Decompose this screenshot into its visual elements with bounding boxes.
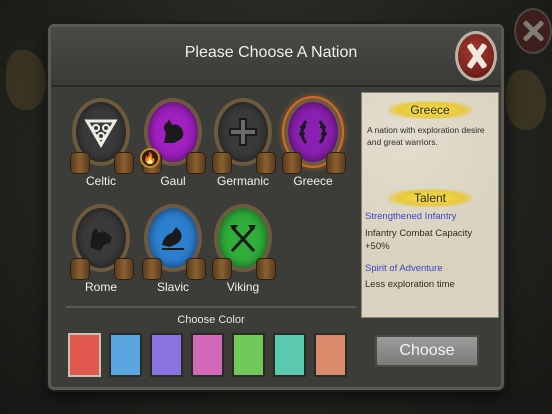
barrel-icon <box>186 152 206 174</box>
talent-name: Spirit of Adventure <box>365 263 443 274</box>
dialog-title-bar: Please Choose A Nation <box>51 27 501 87</box>
barrel-icon <box>212 258 232 280</box>
choose-button[interactable]: Choose <box>375 335 479 367</box>
nation-info-panel: Greece A nation with exploration desire … <box>361 92 499 318</box>
color-swatch[interactable] <box>314 333 347 377</box>
color-swatch[interactable] <box>150 333 183 377</box>
background-map-shape <box>506 70 546 130</box>
choose-color-label: Choose Color <box>177 314 245 326</box>
barrel-icon <box>142 258 162 280</box>
nation-name-banner: Greece <box>388 101 472 119</box>
barrel-icon <box>70 152 90 174</box>
rooster-icon <box>164 119 184 143</box>
fire-icon: 🔥 <box>140 148 160 168</box>
laurel-wreath-icon <box>299 120 327 144</box>
barrel-icon <box>70 258 90 280</box>
talent-desc: Infantry Combat Capacity +50% <box>365 228 473 252</box>
iron-cross-icon <box>229 118 257 146</box>
background-close-icon <box>514 8 552 54</box>
bird-icon <box>162 227 184 250</box>
nation-viking[interactable]: Viking <box>212 204 276 304</box>
talent-desc: Less exploration time <box>365 279 455 290</box>
nation-label: Viking <box>226 280 260 294</box>
color-swatch[interactable] <box>109 333 142 377</box>
barrel-icon <box>256 152 276 174</box>
color-swatch[interactable] <box>232 333 265 377</box>
nation-slavic[interactable]: Slavic <box>142 204 206 304</box>
barrel-icon <box>256 258 276 280</box>
dialog-title: Please Choose A Nation <box>184 44 358 61</box>
triquetra-icon <box>84 119 118 148</box>
barrel-icon <box>114 152 134 174</box>
barrel-icon <box>212 152 232 174</box>
nation-gaul[interactable]: 🔥 Gaul <box>140 98 206 198</box>
barrel-icon <box>282 152 302 174</box>
divider <box>66 306 356 308</box>
color-swatch[interactable] <box>273 333 306 377</box>
nation-celtic[interactable]: Celtic <box>70 98 134 198</box>
color-swatch[interactable] <box>68 333 101 377</box>
nation-label: Greece <box>293 174 333 188</box>
barrel-icon <box>114 258 134 280</box>
crossed-axes-icon <box>230 225 256 253</box>
background-map-shape <box>6 50 46 110</box>
color-swatch[interactable] <box>191 333 224 377</box>
talent-name: Strengthened Infantry <box>365 211 457 222</box>
nation-greece[interactable]: Greece <box>282 98 346 198</box>
nation-germanic[interactable]: Germanic <box>212 98 276 198</box>
close-button[interactable] <box>455 31 497 81</box>
wolf-icon <box>90 227 112 251</box>
barrel-icon <box>326 152 346 174</box>
nation-rome[interactable]: Rome <box>70 204 134 304</box>
nation-description: A nation with exploration desire and gre… <box>367 125 485 147</box>
talent-title-banner: Talent <box>388 189 472 207</box>
barrel-icon <box>186 258 206 280</box>
